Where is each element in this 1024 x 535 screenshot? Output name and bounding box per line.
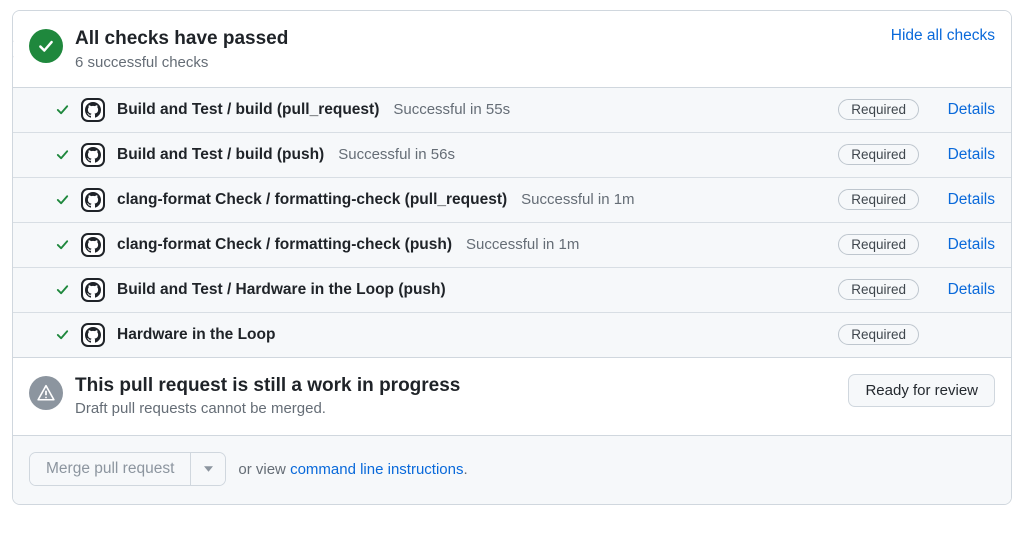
required-badge: Required: [838, 189, 919, 210]
alert-icon: [29, 376, 63, 410]
checks-card: All checks have passed 6 successful chec…: [12, 10, 1012, 505]
hide-all-checks-link[interactable]: Hide all checks: [891, 27, 995, 45]
github-actions-icon: [81, 233, 105, 257]
checks-header: All checks have passed 6 successful chec…: [13, 11, 1011, 88]
wip-title: This pull request is still a work in pro…: [75, 374, 460, 399]
github-actions-icon: [81, 143, 105, 167]
check-status: Successful in 1m: [466, 236, 579, 253]
check-status: Successful in 56s: [338, 146, 455, 163]
details-link[interactable]: Details: [945, 191, 995, 209]
check-name: Build and Test / build (push): [117, 146, 324, 164]
merge-button-group: Merge pull request: [29, 452, 226, 486]
check-status: Successful in 1m: [521, 191, 634, 208]
required-badge: Required: [838, 99, 919, 120]
check-row: Build and Test / build (push) Successful …: [13, 133, 1011, 178]
details-link[interactable]: Details: [945, 101, 995, 119]
details-link[interactable]: Details: [945, 146, 995, 164]
merge-alt-text: or view command line instructions.: [238, 461, 467, 478]
checks-header-text: All checks have passed 6 successful chec…: [75, 27, 288, 71]
github-actions-icon: [81, 278, 105, 302]
github-actions-icon: [81, 323, 105, 347]
check-success-icon: [53, 281, 71, 299]
checks-title: All checks have passed: [75, 27, 288, 52]
merge-pull-request-button[interactable]: Merge pull request: [30, 453, 191, 485]
check-row: clang-format Check / formatting-check (p…: [13, 178, 1011, 223]
merge-section: Merge pull request or view command line …: [13, 436, 1011, 504]
check-name: Build and Test / build (pull_request): [117, 101, 379, 119]
check-row: Hardware in the Loop Required: [13, 313, 1011, 357]
wip-section: This pull request is still a work in pro…: [13, 358, 1011, 437]
period: .: [463, 461, 467, 478]
check-name: Build and Test / Hardware in the Loop (p…: [117, 281, 446, 299]
check-row: clang-format Check / formatting-check (p…: [13, 223, 1011, 268]
check-row: Build and Test / build (pull_request) Suc…: [13, 88, 1011, 133]
command-line-instructions-link[interactable]: command line instructions: [290, 461, 463, 478]
checks-subtitle: 6 successful checks: [75, 54, 288, 71]
check-success-icon: [53, 146, 71, 164]
check-name: Hardware in the Loop: [117, 326, 275, 344]
required-badge: Required: [838, 144, 919, 165]
check-name: clang-format Check / formatting-check (p…: [117, 191, 507, 209]
wip-subtitle: Draft pull requests cannot be merged.: [75, 400, 460, 417]
status-success-icon: [29, 29, 63, 63]
required-badge: Required: [838, 234, 919, 255]
required-badge: Required: [838, 279, 919, 300]
check-success-icon: [53, 236, 71, 254]
details-link[interactable]: Details: [945, 281, 995, 299]
details-link[interactable]: Details: [945, 236, 995, 254]
caret-down-icon: [204, 466, 213, 472]
ready-for-review-button[interactable]: Ready for review: [848, 374, 995, 407]
required-badge: Required: [838, 324, 919, 345]
check-status: Successful in 55s: [393, 101, 510, 118]
github-actions-icon: [81, 98, 105, 122]
wip-text: This pull request is still a work in pro…: [75, 374, 460, 418]
merge-dropdown-button[interactable]: [191, 453, 225, 485]
check-row: Build and Test / Hardware in the Loop (p…: [13, 268, 1011, 313]
check-success-icon: [53, 326, 71, 344]
or-view-text: or view: [238, 461, 290, 478]
check-success-icon: [53, 101, 71, 119]
github-actions-icon: [81, 188, 105, 212]
check-name: clang-format Check / formatting-check (p…: [117, 236, 452, 254]
check-success-icon: [53, 191, 71, 209]
checks-list: Build and Test / build (pull_request) Suc…: [13, 88, 1011, 358]
